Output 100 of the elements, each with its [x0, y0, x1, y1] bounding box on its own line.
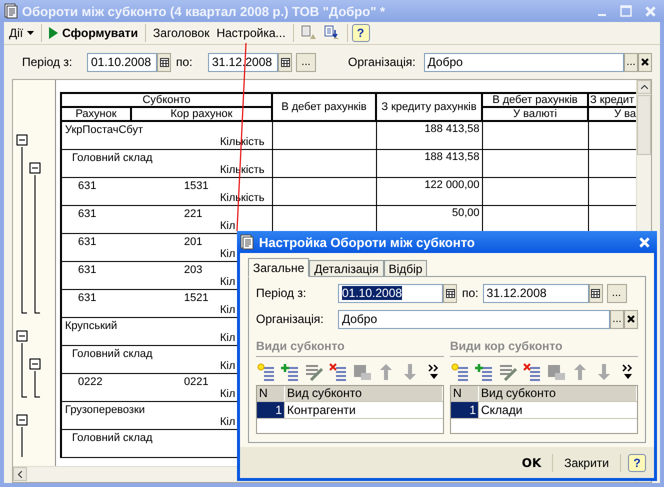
column-header: У валюті: [482, 107, 588, 121]
tree-toggle-icon[interactable]: [16, 330, 28, 342]
scrollbar-thumb[interactable]: [637, 95, 651, 155]
copy-icon: [300, 25, 317, 41]
edit-icon: [499, 363, 517, 382]
row-label: Головний склад: [71, 347, 152, 361]
amount: 188 413,58: [423, 150, 480, 164]
calendar-icon: [591, 288, 600, 298]
cor-account-number: 201: [184, 235, 202, 249]
field-label: по:: [175, 55, 194, 69]
account-number: 631: [77, 179, 96, 193]
date-field[interactable]: 01.10.2008: [87, 52, 157, 72]
calendar-button[interactable]: [278, 52, 292, 72]
cor-account-number: 203: [184, 263, 202, 277]
account-number: 631: [77, 291, 96, 305]
amount: 188 413,58: [423, 122, 480, 136]
generate-button[interactable]: Сформувати: [46, 23, 142, 43]
chevron-up-icon: [640, 85, 648, 89]
column-header: В дебет рахунків: [482, 93, 588, 107]
toolbar-button[interactable]: Заголовок: [150, 23, 212, 43]
tree-line: [22, 177, 36, 205]
actions-menu[interactable]: Дії: [6, 23, 38, 43]
account-number: 0222: [77, 375, 102, 389]
toolbar-button[interactable]: Настройка...: [213, 23, 289, 43]
period-button[interactable]: ...: [606, 284, 627, 303]
calendar-button[interactable]: [443, 284, 457, 303]
amount: 50,00: [450, 206, 480, 220]
quantity-label: Кіл: [220, 220, 236, 232]
organization-field[interactable]: Добро: [424, 52, 624, 72]
row-label: Головний склад: [71, 151, 152, 165]
row-number: 1: [451, 402, 479, 418]
window-title: Обороти між субконто (4 квартал 2008 р.) ТОВ "Добро" *: [22, 4, 386, 18]
group-title: Види субконто: [256, 339, 444, 358]
tree-line: [22, 233, 36, 261]
column-header: Субконто: [61, 93, 272, 107]
minimize-icon: [598, 14, 606, 16]
cor-account-number: 0221: [184, 375, 208, 389]
column-header: Вид субконто: [285, 386, 443, 402]
calendar-button[interactable]: [157, 52, 171, 72]
arrow-down-icon: [404, 364, 416, 380]
field-label: Період з:: [256, 286, 308, 300]
field-label: Період з:: [22, 55, 74, 69]
organization-field[interactable]: Добро: [338, 310, 610, 329]
quantity-label: Кіл: [220, 276, 236, 288]
quantity-label: Кіл: [220, 248, 236, 260]
new-row-icon: [451, 363, 469, 382]
column-header: N: [451, 386, 479, 402]
cor-account-number: 1521: [184, 291, 208, 305]
more-icon: [428, 364, 440, 380]
help-button[interactable]: ?: [628, 454, 646, 472]
tree-toggle-icon[interactable]: [16, 134, 28, 146]
scroll-up-button[interactable]: [637, 80, 651, 94]
quantity-label: Кіл: [220, 388, 236, 400]
tab[interactable]: Загальне: [248, 258, 310, 278]
column-header: З кредиту рахунків: [376, 93, 482, 121]
dialog-title: Настройка Обороти між субконто: [259, 234, 476, 250]
select-button[interactable]: ...: [624, 52, 638, 72]
delete-row-icon: [329, 363, 347, 382]
column-header: В дебет рахунків: [272, 93, 376, 121]
date-field[interactable]: 01.10.2008: [338, 284, 443, 303]
select-button[interactable]: ...: [610, 310, 624, 329]
row-label: Головний склад: [71, 431, 152, 445]
table-cell[interactable]: Контрагенти: [285, 402, 443, 418]
period-button[interactable]: ...: [296, 52, 316, 72]
edit-icon: [305, 363, 323, 382]
save-icon: [353, 364, 371, 380]
clear-button[interactable]: [638, 52, 652, 72]
tree-toggle-icon[interactable]: [30, 358, 40, 370]
document-icon: [4, 3, 18, 19]
play-icon: [49, 27, 58, 39]
save-icon: [547, 364, 565, 380]
help-button[interactable]: ?: [352, 24, 370, 42]
close-icon: [638, 236, 650, 248]
quantity-label: Кіл: [220, 416, 236, 428]
calendar-icon: [280, 58, 290, 66]
quantity-label: Кіл: [220, 304, 236, 316]
clear-icon: [627, 315, 635, 324]
ok-button[interactable]: OK: [518, 454, 546, 472]
tab[interactable]: Деталізація: [309, 260, 384, 278]
table-cell[interactable]: Склади: [479, 402, 637, 418]
clear-icon: [641, 58, 649, 66]
scroll-left-button[interactable]: [13, 467, 27, 481]
cor-account-number: 221: [184, 207, 202, 221]
column-header: N: [257, 386, 285, 402]
add-row-icon: [281, 363, 299, 382]
tab[interactable]: Відбір: [384, 260, 428, 278]
column-header: Рахунок: [61, 107, 131, 121]
row-label: УкрПостачСбут: [64, 123, 144, 137]
account-number: 631: [77, 207, 96, 221]
clear-button[interactable]: [624, 310, 638, 329]
tree-line: [22, 289, 40, 314]
date-field[interactable]: 31.12.2008: [482, 284, 589, 303]
document-icon: [240, 234, 254, 250]
close-dialog-button[interactable]: Закрити: [560, 454, 613, 472]
more-icon: [622, 364, 634, 380]
calendar-icon: [160, 58, 168, 66]
tree-toggle-icon[interactable]: [16, 414, 28, 426]
tree-toggle-icon[interactable]: [30, 162, 40, 174]
account-number: 631: [77, 263, 96, 277]
calendar-button[interactable]: [588, 284, 603, 303]
